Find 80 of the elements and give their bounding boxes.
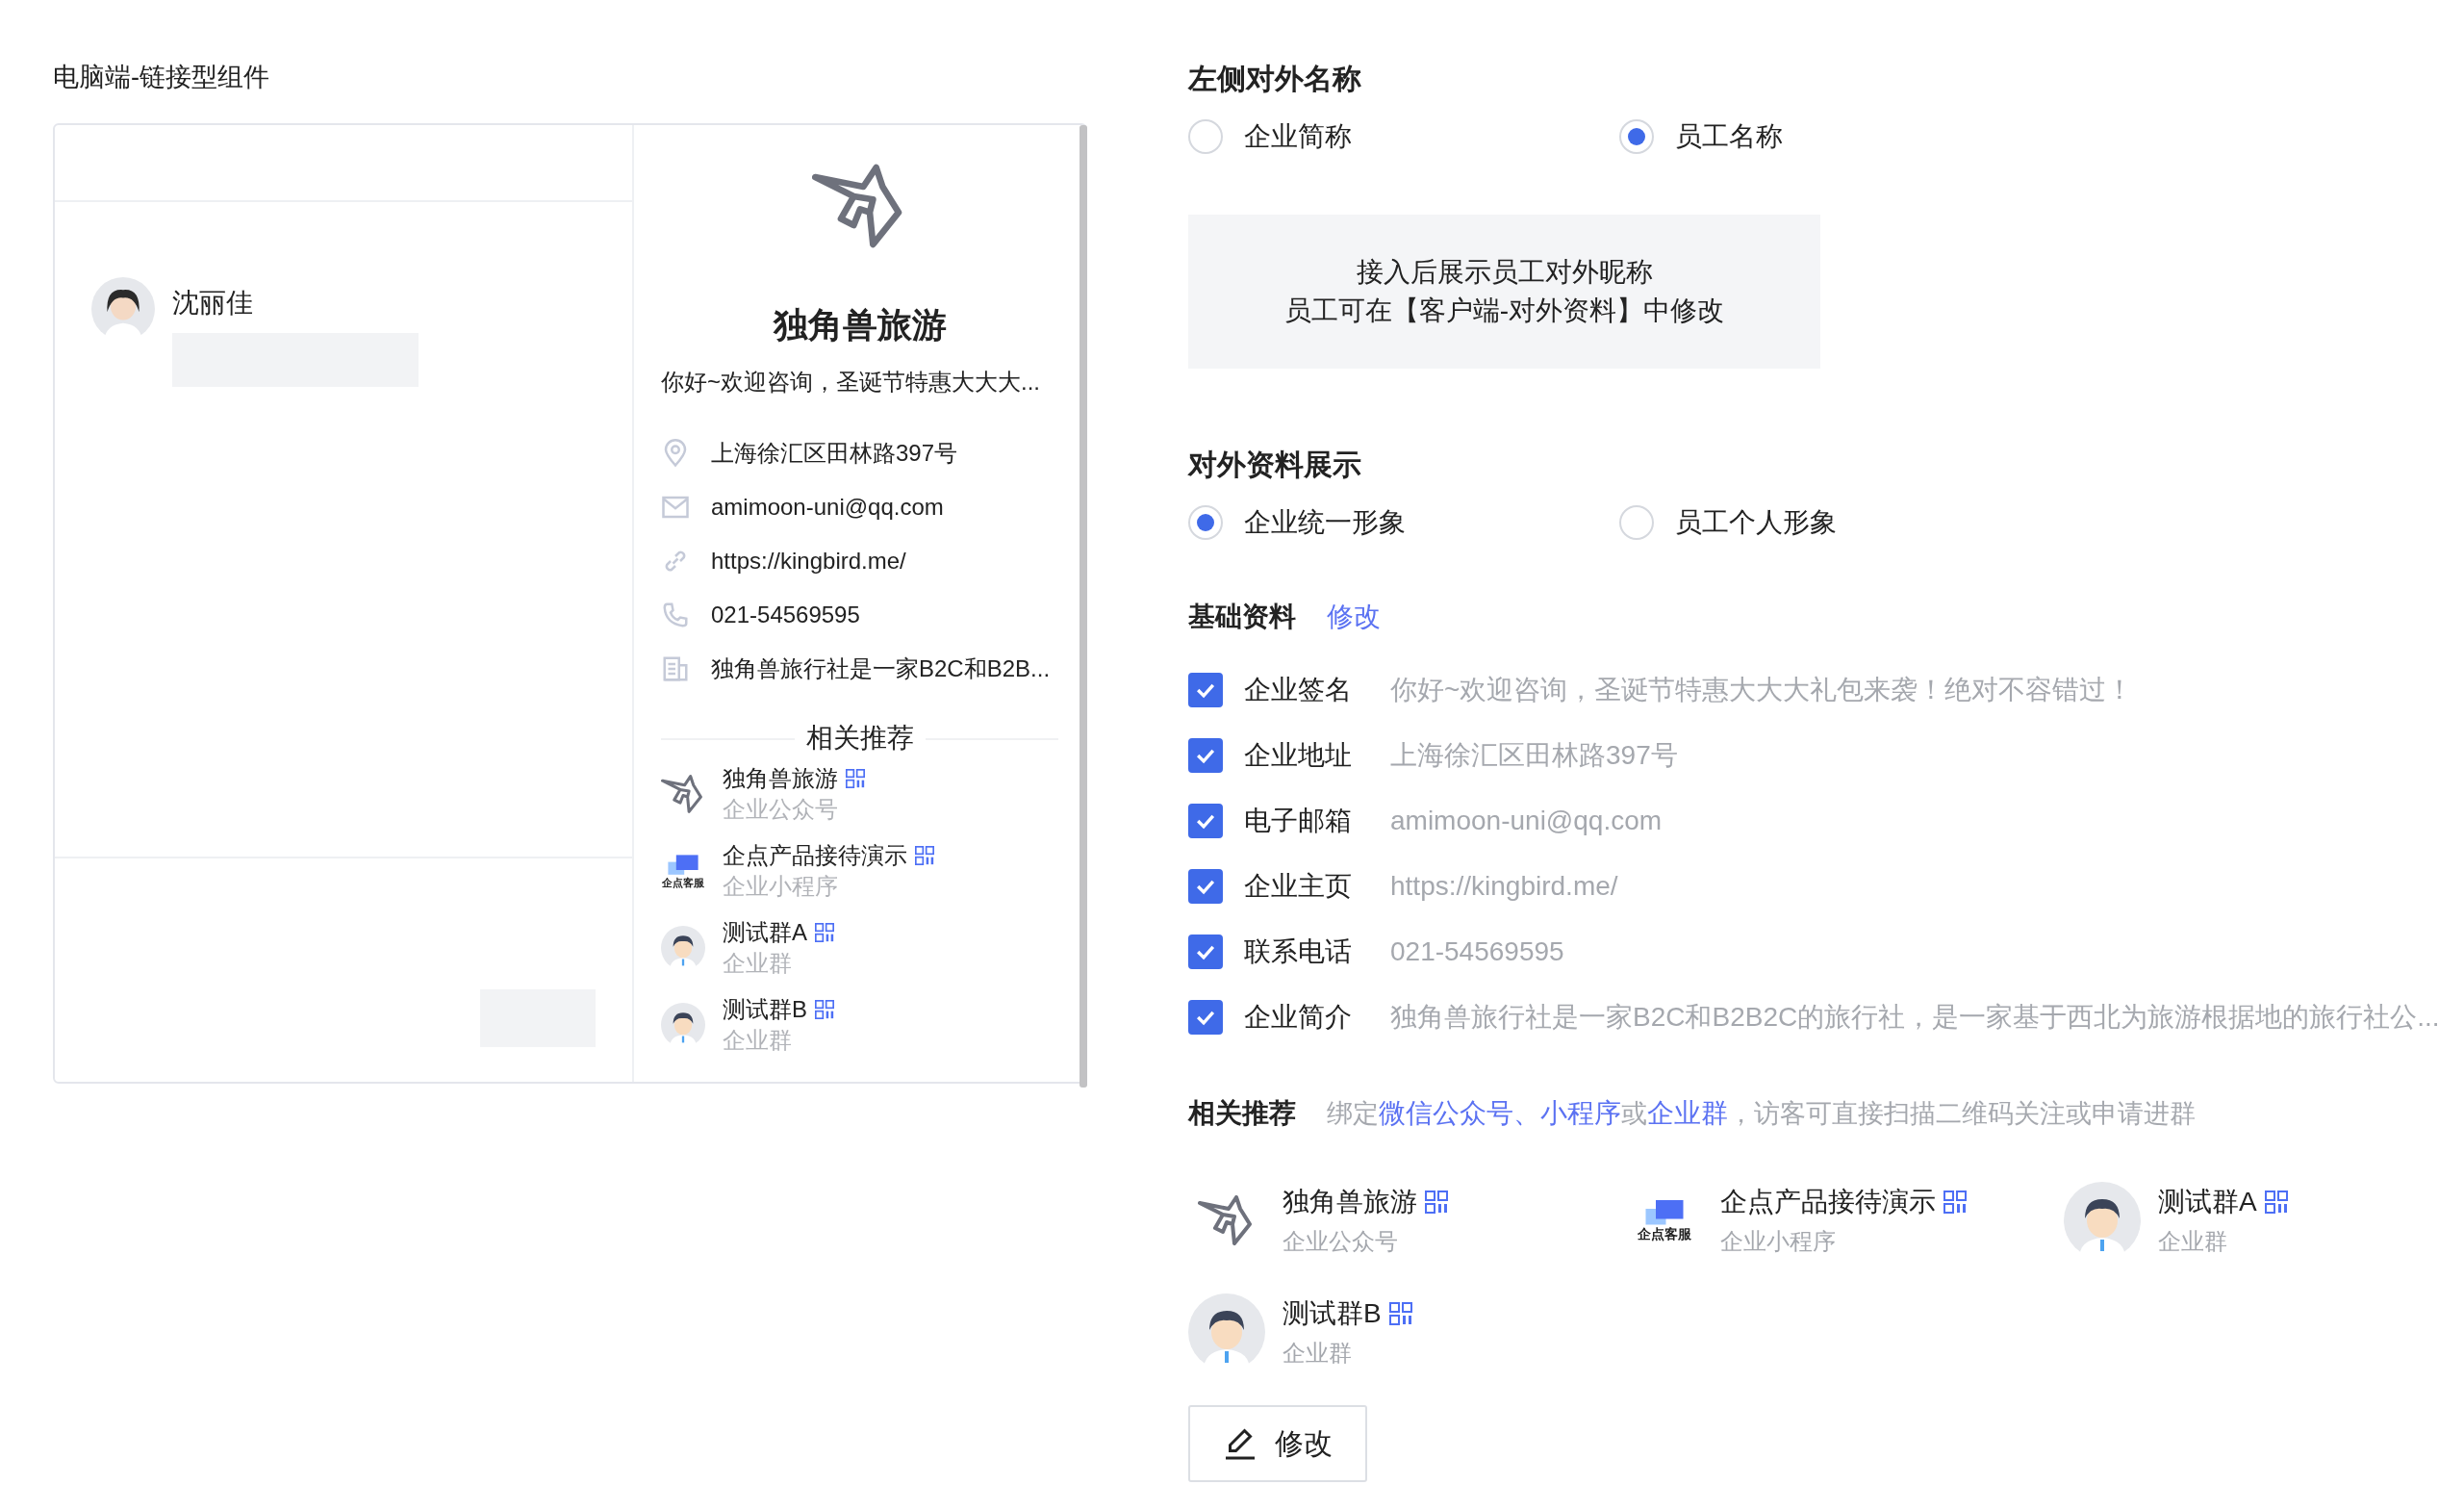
pencil-icon xyxy=(1223,1426,1257,1461)
qr-code-icon[interactable] xyxy=(815,923,834,942)
detail-text: 021-54569595 xyxy=(711,602,860,628)
detail-text: amimoon-uni@qq.com xyxy=(711,494,944,521)
recommend-type: 企业公众号 xyxy=(1283,1227,1399,1256)
field-value: 独角兽旅行社是一家B2C和B2B2C的旅行社，是一家基于西北为旅游根据地的旅行社公... xyxy=(1390,1001,2440,1034)
field-value: amimoon-uni@qq.com xyxy=(1390,806,1663,836)
chat-bubbles-icon xyxy=(666,852,700,876)
unicorn-logo-icon xyxy=(661,773,705,815)
checkbox[interactable] xyxy=(1188,673,1223,707)
logo-text: 企点客服 xyxy=(1638,1226,1691,1243)
detail-text: 上海徐汇区田林路397号 xyxy=(711,439,958,468)
phone-icon xyxy=(661,601,690,629)
checkbox[interactable] xyxy=(1188,869,1223,904)
checkbox[interactable] xyxy=(1188,804,1223,838)
radio-option[interactable]: 企业统一形象 xyxy=(1188,504,1619,541)
recommend-type: 企业群 xyxy=(723,949,793,978)
recommend-name: 测试群A xyxy=(2158,1186,2257,1218)
radio-option[interactable]: 员工名称 xyxy=(1619,118,2050,155)
section-title: 相关推荐 xyxy=(1188,1097,1296,1130)
detail-text: 独角兽旅行社是一家B2C和B2B... xyxy=(711,654,1051,683)
scrollbar[interactable] xyxy=(1080,125,1087,1088)
related-description: 绑定微信公众号、小程序或企业群，访客可直接扫描二维码关注或申请进群 xyxy=(1327,1097,2196,1130)
recommend-name: 企点产品接待演示 xyxy=(1720,1186,1936,1218)
recommend-name: 独角兽旅游 xyxy=(1283,1186,1417,1218)
recommend-name: 企点产品接待演示 xyxy=(723,841,907,870)
field-label: 企业主页 xyxy=(1244,870,1353,903)
field-label: 企业简介 xyxy=(1244,1001,1353,1034)
field-label: 企业地址 xyxy=(1244,739,1353,772)
info-note: 接入后展示员工对外昵称 员工可在【客户端-对外资料】中修改 xyxy=(1188,215,1820,369)
field-label: 联系电话 xyxy=(1244,935,1353,968)
radio-option[interactable]: 员工个人形象 xyxy=(1619,504,2050,541)
text-link[interactable]: 企业群 xyxy=(1647,1098,1728,1128)
avatar-silhouette-icon xyxy=(1188,1293,1265,1370)
avatar-silhouette-icon xyxy=(91,277,155,341)
qr-code-icon[interactable] xyxy=(1425,1191,1448,1214)
avatar-silhouette-icon xyxy=(2064,1182,2141,1259)
company-signature: 你好~欢迎咨询，圣诞节特惠大大大... xyxy=(661,368,1042,397)
qr-code-icon[interactable] xyxy=(1943,1191,1967,1214)
recommend-name: 测试群B xyxy=(1283,1297,1382,1330)
radio-option[interactable]: 企业简称 xyxy=(1188,118,1619,155)
section-title: 相关推荐 xyxy=(794,723,926,753)
field-value: https://kingbird.me/ xyxy=(1390,871,1618,902)
detail-text: https://kingbird.me/ xyxy=(711,548,906,575)
recommend-type: 企业群 xyxy=(1283,1339,1353,1368)
field-value: 021-54569595 xyxy=(1390,936,1564,967)
preview-title: 电脑端-链接型组件 xyxy=(53,62,270,93)
qr-code-icon[interactable] xyxy=(915,846,934,865)
edit-button[interactable]: 修改 xyxy=(1188,1405,1367,1482)
checkbox[interactable] xyxy=(1188,738,1223,773)
section-title: 对外资料展示 xyxy=(1188,448,1362,482)
recommend-name: 测试群B xyxy=(723,995,807,1024)
checkbox[interactable] xyxy=(1188,935,1223,969)
company-name: 独角兽旅游 xyxy=(773,304,947,346)
contact-name[interactable]: 沈丽佳 xyxy=(172,285,419,321)
edit-link[interactable]: 修改 xyxy=(1327,599,1381,635)
section-title: 左侧对外名称 xyxy=(1188,62,1362,96)
recommend-type: 企业公众号 xyxy=(723,795,839,824)
qr-code-icon[interactable] xyxy=(2264,1191,2288,1214)
logo-text: 企点客服 xyxy=(662,875,704,890)
avatar-silhouette-icon xyxy=(661,926,705,970)
recommend-type: 企业小程序 xyxy=(1720,1227,1837,1256)
recommend-name: 测试群A xyxy=(723,918,807,947)
qr-code-icon[interactable] xyxy=(1388,1302,1412,1325)
recommend-name: 独角兽旅游 xyxy=(723,764,838,793)
qr-code-icon[interactable] xyxy=(815,1000,834,1019)
field-label: 企业签名 xyxy=(1244,674,1353,706)
section-title: 基础资料 xyxy=(1188,601,1296,633)
document-icon xyxy=(661,654,690,683)
text-link[interactable]: 微信公众号、 xyxy=(1379,1098,1540,1128)
field-value: 你好~欢迎咨询，圣诞节特惠大大大礼包来袭！绝对不容错过！ xyxy=(1390,674,2134,706)
field-label: 电子邮箱 xyxy=(1244,805,1353,837)
field-value: 上海徐汇区田林路397号 xyxy=(1390,739,1678,772)
qr-code-icon[interactable] xyxy=(846,769,865,788)
recommend-type: 企业群 xyxy=(723,1026,793,1055)
text-link[interactable]: 小程序 xyxy=(1540,1098,1621,1128)
checkbox[interactable] xyxy=(1188,1000,1223,1035)
avatar-silhouette-icon xyxy=(661,1003,705,1047)
recommend-type: 企业小程序 xyxy=(723,872,839,901)
recommend-type: 企业群 xyxy=(2158,1227,2228,1256)
